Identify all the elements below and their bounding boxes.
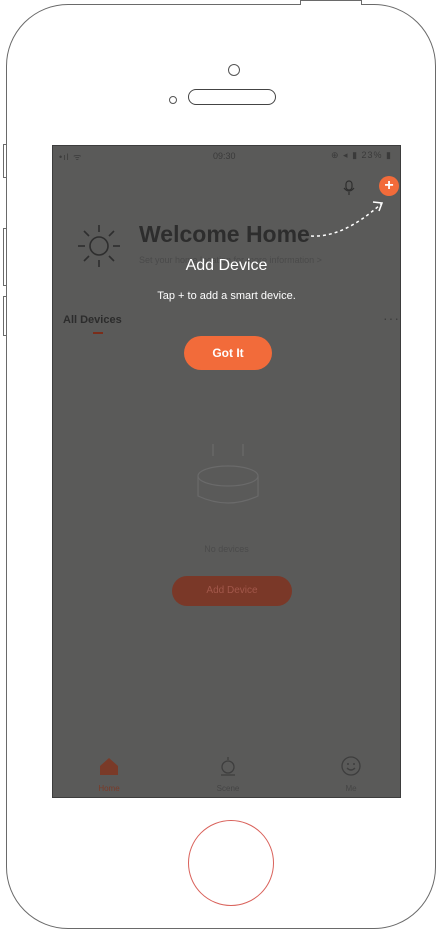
coach-title: Add Device <box>185 257 268 274</box>
empty-devices-illustration <box>197 444 259 504</box>
status-indicators: ⊕ ◂ ▮ 23% ▮ <box>331 150 392 160</box>
tab-scene[interactable]: Scene <box>198 755 258 793</box>
app-screen: •ıl ᯤ 09:30 ⊕ ◂ ▮ 23% ▮ + Welcome Home S… <box>52 145 401 798</box>
home-button[interactable] <box>188 820 274 906</box>
tab-underline <box>93 332 103 334</box>
power-button <box>300 0 362 5</box>
got-it-button[interactable]: Got It <box>184 336 272 370</box>
volume-up-button <box>3 228 7 286</box>
status-time: 09:30 <box>213 151 236 161</box>
tab-me-label: Me <box>345 784 357 793</box>
tab-home-label: Home <box>98 784 120 793</box>
signal-indicator: •ıl ᯤ <box>59 152 83 162</box>
mute-switch <box>3 144 7 178</box>
tab-me[interactable]: Me <box>321 755 381 793</box>
scene-icon <box>221 757 235 776</box>
welcome-title: Welcome Home <box>139 221 310 247</box>
pointer-arrow-icon <box>310 201 384 237</box>
tab-scene-label: Scene <box>216 784 240 793</box>
home-icon <box>100 758 118 775</box>
no-devices-text: No devices <box>204 544 249 554</box>
camera-icon <box>228 64 240 76</box>
coach-description: Tap + to add a smart device. <box>157 290 296 302</box>
tab-home[interactable]: Home <box>79 755 139 793</box>
bottom-tab-bar: Home Scene Me <box>53 747 400 797</box>
add-device-button[interactable]: Add Device <box>172 576 292 606</box>
sensor-icon <box>169 96 177 104</box>
tab-all-devices[interactable]: All Devices <box>63 314 122 326</box>
earpiece-speaker <box>188 89 276 105</box>
status-bar: •ıl ᯤ 09:30 ⊕ ◂ ▮ 23% ▮ <box>53 146 400 168</box>
me-icon <box>341 756 361 776</box>
more-options-button[interactable]: ··· <box>383 310 400 326</box>
volume-down-button <box>3 296 7 336</box>
